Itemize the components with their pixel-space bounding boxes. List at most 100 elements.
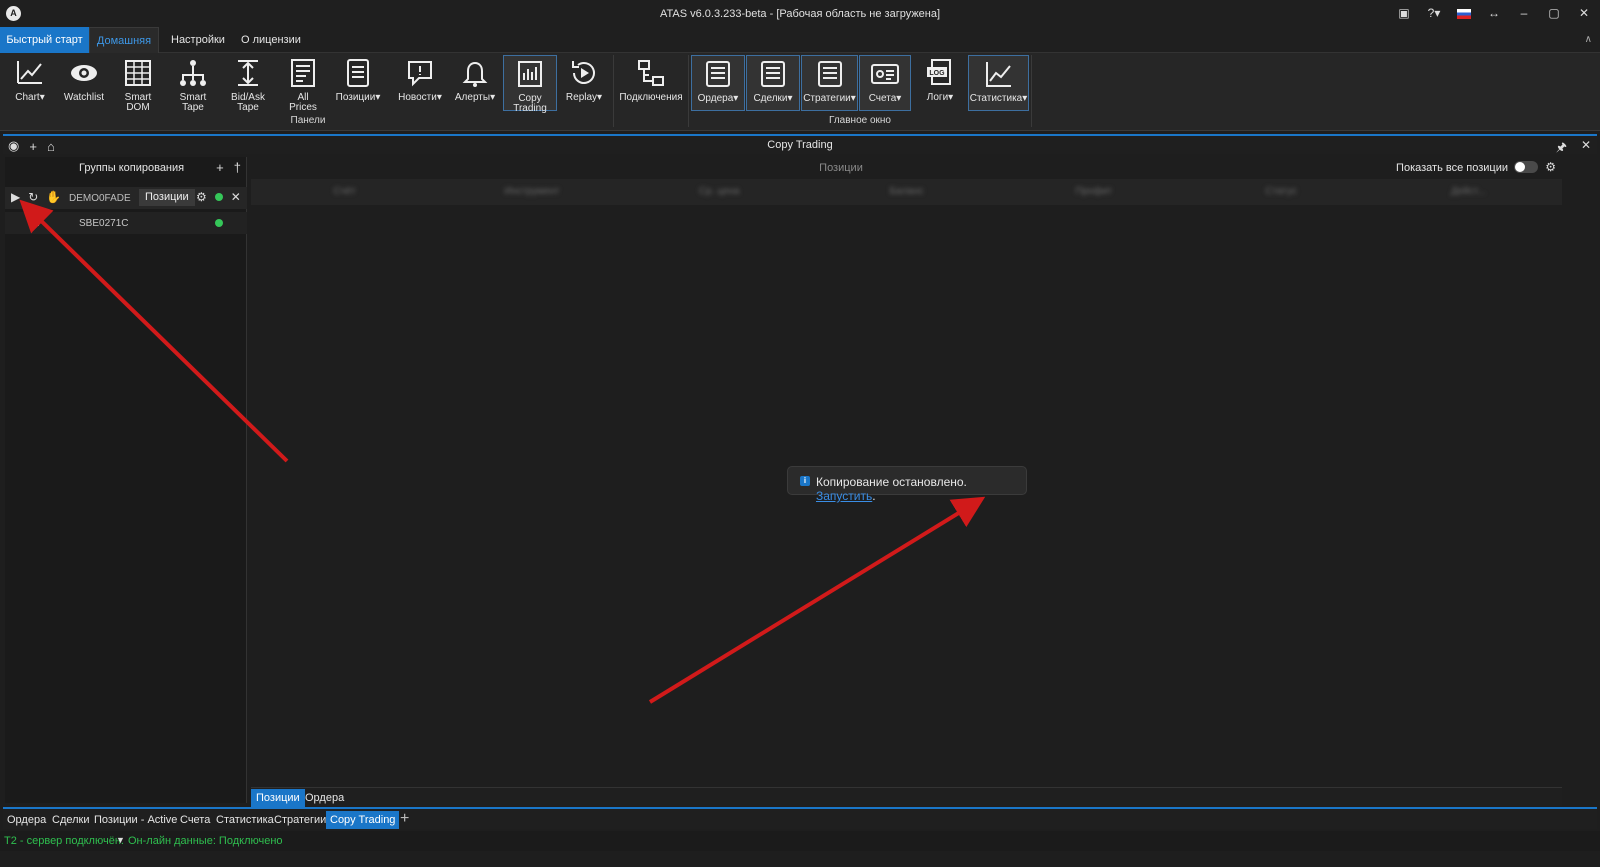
bottom-tabs: Ордера Сделки Позиции - Active Счета Ста…: [3, 807, 1597, 829]
column-header[interactable]: Дейст...: [1375, 179, 1562, 205]
tab-home[interactable]: Домашняя: [89, 27, 159, 53]
bottom-tab-trades[interactable]: Сделки: [48, 811, 94, 829]
copy-trading-button[interactable]: Copy Trading: [503, 55, 557, 114]
strategies-label: Стратегии: [803, 93, 851, 104]
statistics-label: Статистика: [969, 93, 1023, 104]
status-dot-icon: [214, 193, 223, 201]
hand-icon[interactable]: ✋: [46, 190, 61, 204]
server-status: T2 - сервер подключён.: [4, 835, 124, 847]
minimize-icon[interactable]: –: [1514, 4, 1534, 22]
status-dropdown-icon[interactable]: ▼: [116, 835, 125, 845]
chart-button[interactable]: Chart▾: [8, 55, 52, 111]
bottom-tab-statistics[interactable]: Статистика: [212, 811, 278, 829]
watchlist-label: Watchlist: [63, 92, 105, 103]
all-prices-label-2: Prices: [289, 102, 317, 113]
add-tab-icon[interactable]: +: [400, 810, 409, 828]
positions-title: Позиции: [819, 162, 863, 174]
replay-button[interactable]: Replay▾: [561, 55, 607, 111]
document-icon: [347, 59, 369, 87]
bottom-tab-orders[interactable]: Ордера: [3, 811, 50, 829]
settings-icon[interactable]: ⚙: [1545, 160, 1556, 174]
chart-label: Chart: [15, 92, 40, 103]
news-label: Новости: [398, 92, 437, 103]
show-all-positions-toggle[interactable]: [1514, 161, 1538, 173]
smart-dom-button[interactable]: Smart DOM: [116, 55, 160, 113]
play-icon[interactable]: ▶: [11, 190, 20, 204]
eye-icon: [71, 65, 97, 81]
group-positions-button[interactable]: Позиции: [139, 189, 195, 206]
account-row[interactable]: 1x SBE0271C: [5, 212, 247, 234]
bottom-tab-positions-active[interactable]: Позиции - Active: [90, 811, 181, 829]
copy-groups-title: Группы копирования: [79, 162, 185, 174]
tab-settings[interactable]: Настройки: [160, 27, 236, 53]
smart-tape-label-2: Tape: [182, 102, 204, 113]
connections-button[interactable]: Подключения: [617, 55, 685, 111]
close-icon[interactable]: ✕: [1574, 4, 1594, 22]
gear-icon[interactable]: ⚙: [196, 190, 207, 204]
positions-button[interactable]: Позиции▾: [332, 55, 384, 111]
column-header[interactable]: Счёт: [251, 179, 438, 205]
copy-groups-panel: Группы копирования + † ▶ ↻ ✋ DEMO0FADE П…: [5, 157, 247, 803]
remove-group-icon[interactable]: ✕: [231, 190, 241, 204]
panel-close-icon[interactable]: ✕: [1581, 138, 1591, 159]
ribbon-tabs: Быстрый старт Домашняя Настройки О лицен…: [0, 27, 1600, 53]
copy-group-row[interactable]: ▶ ↻ ✋ DEMO0FADE Позиции ⚙ ✕: [5, 187, 247, 209]
pin-icon[interactable]: †: [234, 160, 241, 175]
bid-ask-tape-button[interactable]: Bid/Ask Tape: [226, 55, 270, 113]
all-prices-button[interactable]: All Prices: [281, 55, 325, 113]
start-copy-link[interactable]: Запустить: [816, 489, 872, 503]
account-status-dot-icon: [215, 219, 223, 227]
restore-icon[interactable]: ↔: [1484, 4, 1504, 22]
smart-dom-label-2: DOM: [126, 102, 150, 113]
inner-tab-positions[interactable]: Позиции: [251, 789, 305, 807]
column-header[interactable]: Инструмент: [438, 179, 625, 205]
language-flag-icon[interactable]: ▾: [1454, 4, 1474, 38]
bottom-tab-copy-trading[interactable]: Copy Trading: [326, 811, 400, 829]
news-button[interactable]: Новости▾: [394, 55, 446, 111]
trades-button[interactable]: Сделки▾: [746, 55, 800, 111]
camera-icon[interactable]: ▣: [1394, 4, 1414, 22]
info-icon: i: [800, 476, 810, 486]
add-group-icon[interactable]: +: [216, 160, 224, 175]
connections-label: Подключения: [619, 92, 683, 103]
log-badge: LOG: [929, 70, 945, 77]
accounts-button[interactable]: Счета▾: [859, 55, 911, 111]
bottom-tab-accounts[interactable]: Счета: [176, 811, 214, 829]
title-bar: A ATAS v6.0.3.233-beta - [Рабочая област…: [0, 0, 1600, 38]
notice-text: Копирование остановлено. Запустить.: [816, 475, 1026, 503]
ribbon-separator: [613, 55, 614, 127]
pin-icon[interactable]: 🖈: [1556, 138, 1567, 159]
alerts-button[interactable]: Алерты▾: [452, 55, 498, 111]
bid-ask-label-2: Tape: [237, 102, 259, 113]
status-bar: T2 - сервер подключён. ▼ Он-лайн данные:…: [0, 831, 1600, 851]
chart-icon: [17, 61, 42, 84]
copy-trading-icon: [518, 61, 542, 87]
tab-quick-start[interactable]: Быстрый старт: [0, 27, 89, 53]
bell-icon: [462, 61, 488, 87]
column-header[interactable]: Профит: [1000, 179, 1187, 205]
inner-tabs: Позиции Ордера: [251, 787, 1562, 807]
help-icon[interactable]: ?▾: [1424, 4, 1444, 22]
tab-license[interactable]: О лицензии: [230, 27, 312, 53]
logs-button[interactable]: LOG Логи▾: [919, 55, 961, 111]
bottom-tab-strategies[interactable]: Стратегии: [270, 811, 330, 829]
maximize-icon[interactable]: ▢: [1544, 4, 1564, 22]
account-name: SBE0271C: [79, 218, 129, 229]
watchlist-button[interactable]: Watchlist: [60, 55, 108, 111]
orders-button[interactable]: Ордера▾: [691, 55, 745, 111]
smart-tape-button[interactable]: Smart Tape: [171, 55, 215, 113]
column-header[interactable]: Баланс: [813, 179, 1000, 205]
ribbon-separator: [1031, 55, 1032, 127]
inner-tab-orders[interactable]: Ордера: [300, 789, 349, 807]
log-icon: LOG: [927, 59, 951, 85]
column-header[interactable]: Ср. цена: [626, 179, 813, 205]
list-icon: [291, 59, 315, 87]
ribbon-collapse-icon[interactable]: ∧: [1585, 34, 1592, 45]
notice-period: .: [872, 489, 876, 503]
id-card-icon: [871, 64, 899, 84]
sync-off-icon[interactable]: ↻: [28, 190, 38, 204]
orders-icon: [706, 61, 730, 87]
column-header[interactable]: Статус: [1187, 179, 1374, 205]
strategies-button[interactable]: Стратегии▾: [801, 55, 858, 111]
statistics-button[interactable]: Статистика▾: [968, 55, 1029, 111]
